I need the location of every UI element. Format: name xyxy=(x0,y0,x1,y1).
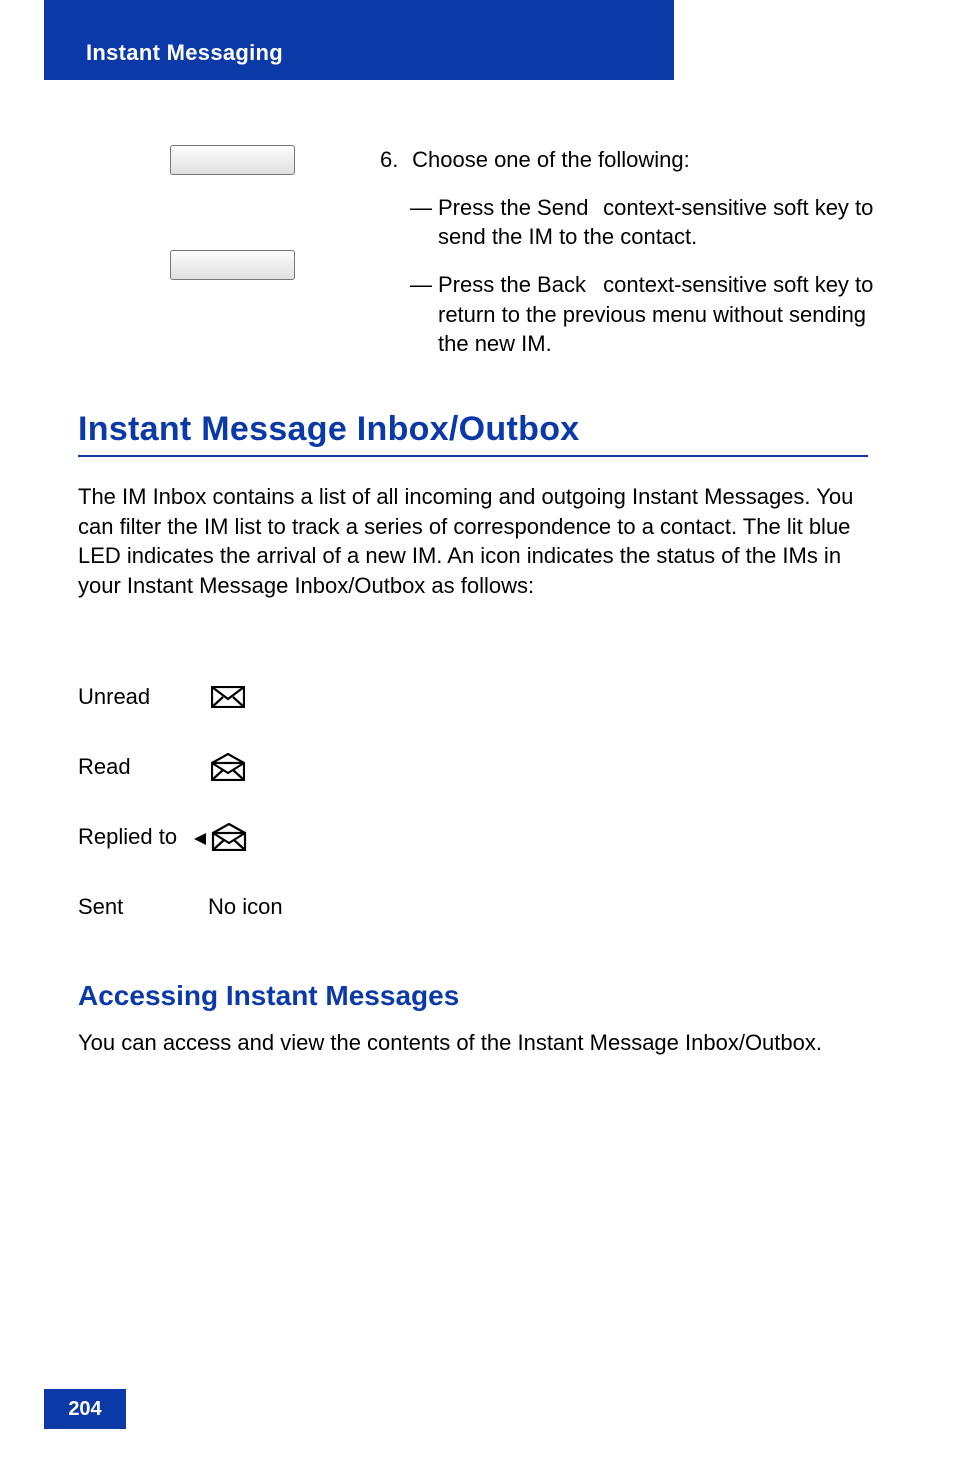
no-icon-text: No icon xyxy=(208,894,283,920)
status-label: Sent xyxy=(78,894,208,920)
page-number: 204 xyxy=(44,1389,126,1429)
softkey-name: Send xyxy=(537,193,597,223)
heading-1: Instant Message Inbox/Outbox xyxy=(78,410,868,457)
status-label: Read xyxy=(78,754,208,780)
softkey-name: Back xyxy=(537,270,597,300)
list-prefix: Press the xyxy=(438,272,537,297)
document-page: Instant Messaging 6. Choose one of the f… xyxy=(0,0,954,1475)
list-prefix: Press the xyxy=(438,195,537,220)
table-row: Read xyxy=(78,732,283,802)
table-row: Unread xyxy=(78,662,283,732)
section-title: Instant Messaging xyxy=(86,40,283,66)
list-dash: — xyxy=(410,193,438,252)
list-text: Press the Back context-sensitive soft ke… xyxy=(438,270,890,359)
table-row: Replied to xyxy=(78,802,283,872)
list-dash: — xyxy=(410,270,438,359)
status-icon-text: No icon xyxy=(208,894,283,920)
softkey-button-send[interactable] xyxy=(170,145,295,175)
envelope-closed-icon xyxy=(208,686,248,708)
heading-2: Accessing Instant Messages xyxy=(78,980,459,1012)
status-label: Unread xyxy=(78,684,208,710)
list-item: — Press the Send context-sensitive soft … xyxy=(410,193,890,252)
page-header: Instant Messaging xyxy=(44,0,674,80)
step-number: 6. xyxy=(380,145,406,175)
h2-paragraph: You can access and view the contents of … xyxy=(78,1028,868,1058)
list-text: Press the Send context-sensitive soft ke… xyxy=(438,193,890,252)
envelope-reply-icon xyxy=(192,823,248,851)
list-item: — Press the Back context-sensitive soft … xyxy=(410,270,890,359)
table-row: Sent No icon xyxy=(78,872,283,942)
status-label: Replied to xyxy=(78,824,208,850)
softkey-button-back[interactable] xyxy=(170,250,295,280)
step-intro: Choose one of the following: xyxy=(412,147,690,172)
status-table: Unread Read Replied to xyxy=(78,662,283,942)
step-block: 6. Choose one of the following: — Press … xyxy=(380,145,890,377)
step-sub-list: — Press the Send context-sensitive soft … xyxy=(380,193,890,359)
body-paragraph: The IM Inbox contains a list of all inco… xyxy=(78,482,868,601)
envelope-open-icon xyxy=(208,753,248,781)
